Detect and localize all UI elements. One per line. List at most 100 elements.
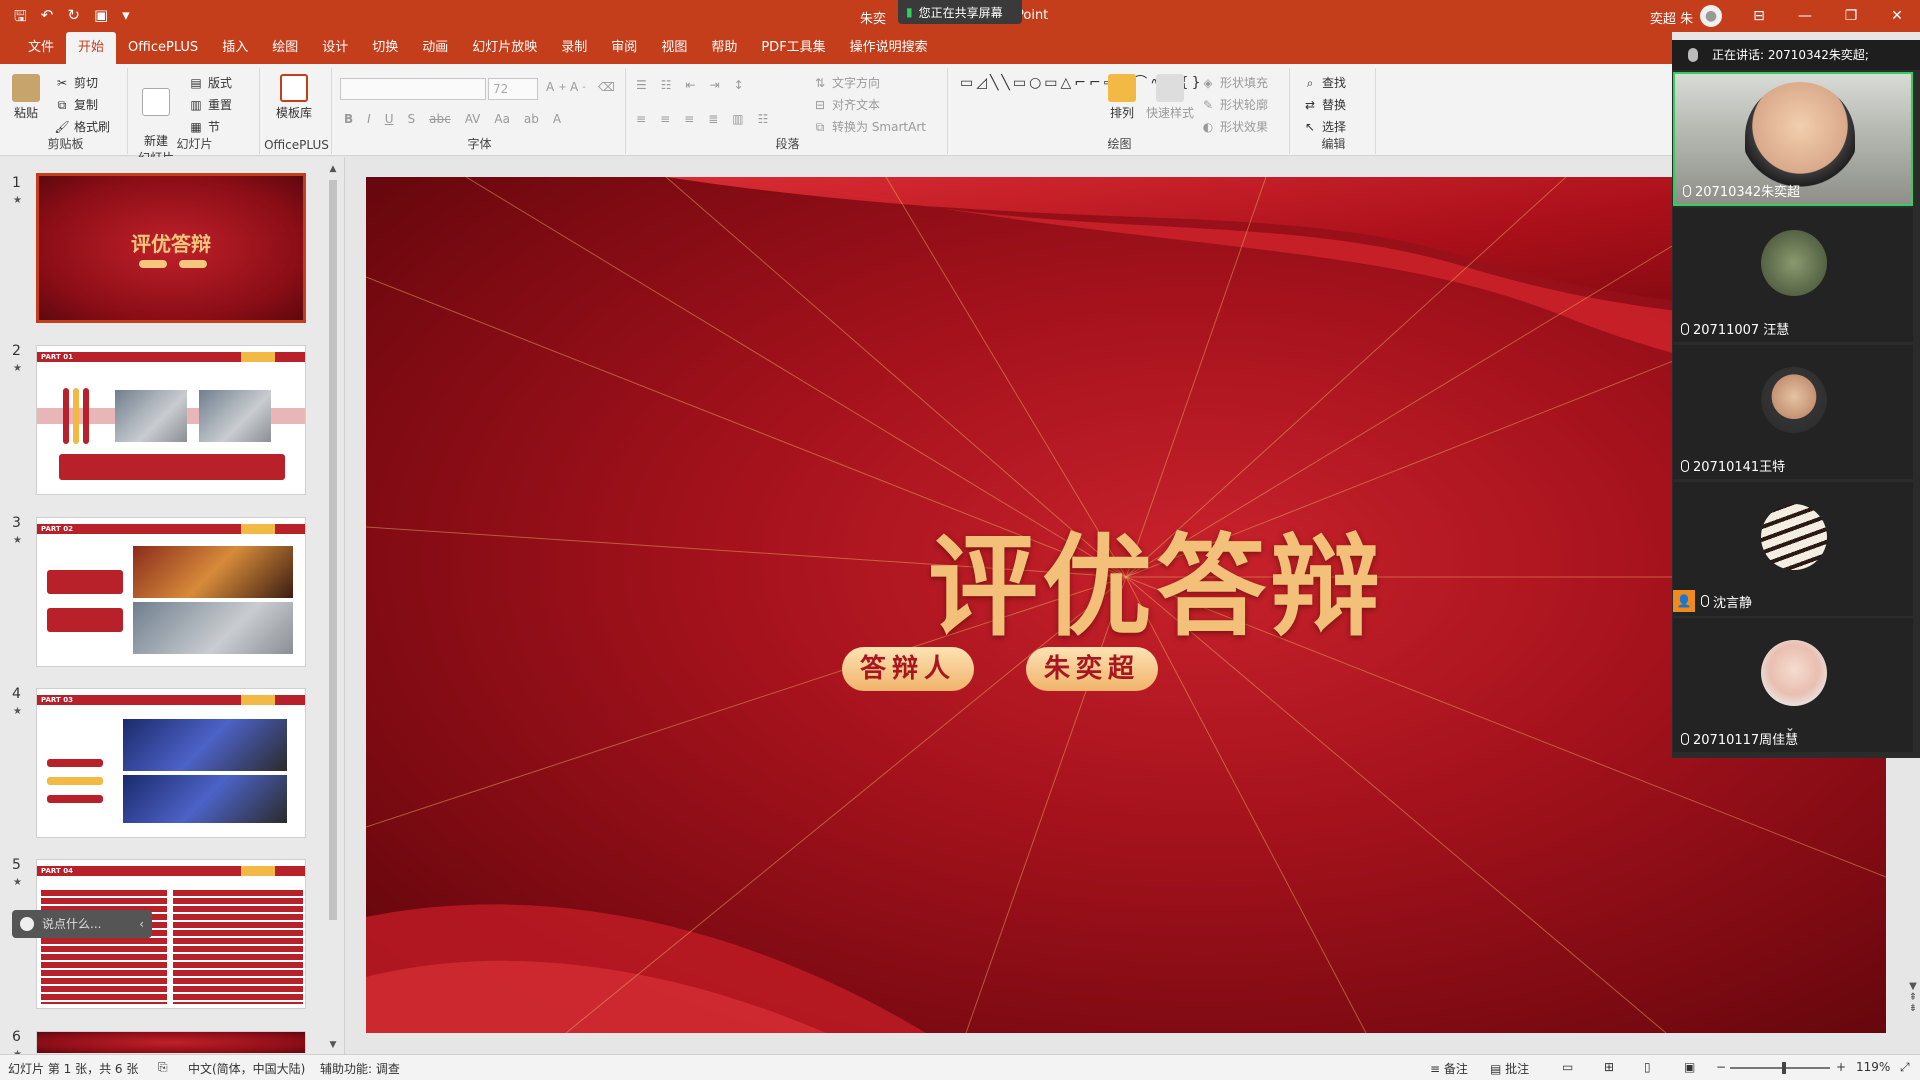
- decrease-indent-icon[interactable]: ⇤: [686, 78, 696, 92]
- reading-view-icon[interactable]: ▯: [1644, 1060, 1651, 1074]
- line-spacing-icon[interactable]: ↕: [734, 78, 744, 92]
- tab-animations[interactable]: 动画: [410, 32, 460, 64]
- slide-thumbnail[interactable]: PART 03: [36, 688, 306, 838]
- paste-button[interactable]: 粘贴: [12, 74, 40, 121]
- bullets-icon[interactable]: ☰: [636, 78, 647, 92]
- minimize-button[interactable]: —: [1782, 0, 1828, 32]
- emoji-icon[interactable]: [20, 917, 34, 931]
- templates-button[interactable]: 模板库: [276, 74, 312, 121]
- scroll-up-icon[interactable]: ▲: [326, 164, 340, 178]
- zoom-out-icon[interactable]: −: [1716, 1060, 1726, 1074]
- shape-effects-button[interactable]: ◐ 形状效果: [1200, 118, 1268, 135]
- tab-officeplus[interactable]: OfficePLUS: [116, 32, 210, 64]
- accessibility-status[interactable]: 辅助功能: 调查: [320, 1060, 400, 1077]
- strikethrough-button[interactable]: abc: [429, 112, 451, 126]
- tab-record[interactable]: 录制: [549, 32, 599, 64]
- scroll-down-icon[interactable]: ▼: [1906, 981, 1920, 992]
- smartart-button[interactable]: ⧉ 转换为 SmartArt: [812, 118, 926, 135]
- find-button[interactable]: ⌕ 查找: [1302, 74, 1346, 91]
- text-direction-button[interactable]: ⇅ 文字方向: [812, 74, 880, 91]
- slide-sorter-icon[interactable]: ⊞: [1604, 1060, 1614, 1074]
- participant-tile[interactable]: 20711007 汪慧: [1673, 208, 1913, 342]
- copy-button[interactable]: ⧉ 复制: [54, 96, 98, 113]
- font-name-combo[interactable]: [340, 78, 486, 100]
- reset-button[interactable]: ▥ 重置: [188, 96, 232, 113]
- screen-share-banner[interactable]: ▮ 您正在共享屏幕: [898, 0, 1022, 24]
- section-button[interactable]: ▦ 节: [188, 118, 220, 135]
- restore-button[interactable]: ❐: [1828, 0, 1874, 32]
- slide-thumbnail[interactable]: PART 01: [36, 345, 306, 495]
- scroll-down-icon[interactable]: ▼: [326, 1040, 340, 1054]
- previous-slide-icon[interactable]: ⇞: [1906, 992, 1920, 1003]
- columns-icon[interactable]: ▥: [732, 112, 743, 126]
- increase-indent-icon[interactable]: ⇥: [710, 78, 720, 92]
- tab-home[interactable]: 开始: [66, 32, 117, 64]
- ribbon-display-icon[interactable]: ⊟: [1736, 0, 1782, 32]
- new-slide-button[interactable]: 新建 幻灯片: [136, 74, 176, 166]
- slide-thumbnail[interactable]: PART 02: [36, 517, 306, 667]
- zoom-slider[interactable]: [1730, 1062, 1830, 1074]
- user-avatar[interactable]: ●: [1700, 5, 1722, 27]
- participant-tile[interactable]: 👤 沈言静: [1673, 482, 1913, 616]
- shadow-button[interactable]: S: [408, 112, 416, 126]
- slide-title[interactable]: 评优答辩: [906, 497, 1406, 657]
- fit-slide-icon[interactable]: ⤢: [1900, 1060, 1910, 1075]
- tab-review[interactable]: 审阅: [599, 32, 649, 64]
- tab-view[interactable]: 视图: [649, 32, 699, 64]
- participant-tile[interactable]: 20710342朱奕超: [1673, 72, 1913, 206]
- slide-thumbnail[interactable]: 评优答辩: [36, 173, 306, 323]
- slide-thumbnail[interactable]: [36, 1031, 306, 1053]
- shrink-font-button[interactable]: A-: [570, 80, 586, 94]
- present-icon[interactable]: ▣: [94, 6, 108, 31]
- char-spacing-button[interactable]: AV: [465, 112, 481, 126]
- presenter-label-pill[interactable]: 答辩人: [842, 647, 974, 691]
- clear-format-icon[interactable]: ⌫: [598, 80, 615, 94]
- tab-transitions[interactable]: 切换: [360, 32, 410, 64]
- current-slide[interactable]: 评优答辩 答辩人 朱奕超: [366, 177, 1886, 1033]
- user-name[interactable]: 奕超 朱: [1650, 8, 1693, 27]
- scrollbar-thumb[interactable]: [329, 180, 337, 920]
- italic-button[interactable]: I: [367, 112, 371, 126]
- normal-view-icon[interactable]: ▭: [1562, 1060, 1573, 1074]
- presenter-name-pill[interactable]: 朱奕超: [1026, 647, 1158, 691]
- tab-help[interactable]: 帮助: [699, 32, 749, 64]
- arrange-button[interactable]: 排列: [1108, 74, 1136, 121]
- underline-button[interactable]: U: [385, 112, 394, 126]
- tab-draw[interactable]: 绘图: [260, 32, 310, 64]
- select-button[interactable]: ↖ 选择: [1302, 118, 1346, 135]
- customize-qat-icon[interactable]: ▾: [122, 6, 130, 31]
- close-button[interactable]: ✕: [1874, 0, 1920, 32]
- change-case-button[interactable]: Aa: [494, 112, 510, 126]
- tab-pdf-tools[interactable]: PDF工具集: [749, 32, 837, 64]
- redo-icon[interactable]: ↻: [67, 6, 80, 31]
- save-icon[interactable]: 🖫: [14, 6, 27, 31]
- format-painter-button[interactable]: 🖌 格式刷: [54, 118, 110, 135]
- tab-slideshow[interactable]: 幻灯片放映: [460, 32, 549, 64]
- participant-tile[interactable]: 20710141王特: [1673, 345, 1913, 479]
- comments-button[interactable]: ▤ 批注: [1490, 1060, 1529, 1077]
- zoom-slider-thumb[interactable]: [1782, 1062, 1786, 1074]
- shape-fill-button[interactable]: ◈ 形状填充: [1200, 74, 1268, 91]
- font-color-button[interactable]: A: [553, 112, 561, 126]
- collapse-arrow-icon[interactable]: ‹: [139, 910, 144, 938]
- align-center-icon[interactable]: ≡: [660, 112, 670, 126]
- tab-insert[interactable]: 插入: [210, 32, 260, 64]
- font-size-combo[interactable]: 72: [488, 78, 538, 100]
- replace-button[interactable]: ⇄ 替换: [1302, 96, 1346, 113]
- layout-button[interactable]: ▤ 版式: [188, 74, 232, 91]
- chat-input[interactable]: 说点什么... ‹: [12, 910, 152, 938]
- slideshow-view-icon[interactable]: ▣: [1684, 1060, 1695, 1074]
- align-text-button[interactable]: ⊟ 对齐文本: [812, 96, 880, 113]
- cut-button[interactable]: ✂ 剪切: [54, 74, 98, 91]
- participant-tile[interactable]: ⌄ 20710117周佳慧: [1673, 618, 1913, 752]
- zoom-level[interactable]: 119%: [1856, 1060, 1890, 1074]
- next-slide-icon[interactable]: ⇟: [1906, 1003, 1920, 1014]
- zoom-in-icon[interactable]: +: [1836, 1060, 1846, 1074]
- thumbnail-scrollbar[interactable]: ▲ ▼: [326, 164, 340, 1054]
- highlight-button[interactable]: ab: [524, 112, 539, 126]
- justify-icon[interactable]: ≣: [708, 112, 718, 126]
- quick-styles-button[interactable]: 快速样式: [1146, 74, 1194, 121]
- undo-icon[interactable]: ↶: [41, 6, 54, 31]
- shapes-gallery[interactable]: ▭◿╲╲▭○▭△⌐⌐⇨⇩⌒∿∿{}: [960, 74, 1201, 92]
- shape-outline-button[interactable]: ✎ 形状轮廓: [1200, 96, 1268, 113]
